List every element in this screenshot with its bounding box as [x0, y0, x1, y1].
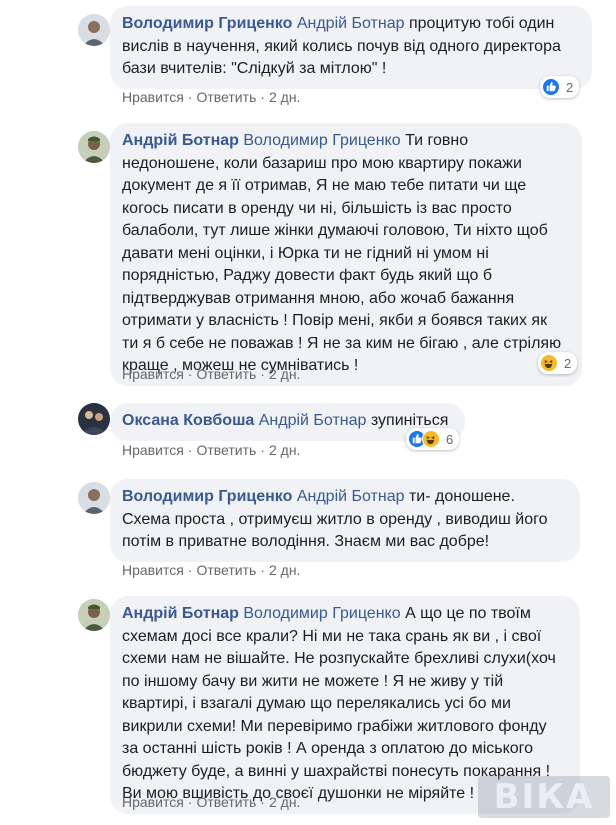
comment-text: зупиніться	[370, 412, 449, 429]
comment-text: недоношене, коли базариш про мою квартир…	[122, 154, 522, 172]
comment-text: підтверджував отримання мною, або жочаб …	[122, 289, 515, 307]
reaction-count: 2	[566, 79, 574, 95]
comment-text: викрили схеми! Ми перевіримо грабіжи жит…	[122, 717, 547, 735]
comment-bubble: Володимир Гриценко Андрій Ботнар проциту…	[110, 6, 592, 89]
comment-actions: Нравится · Ответить · 2 дн.	[122, 562, 300, 578]
comment-text: квартирі, і взагалі думаю що перелякалис…	[122, 695, 511, 712]
comment-author[interactable]: Андрій Ботнар	[122, 132, 239, 149]
comment-text: когось писати в оренду чи ні, більшість …	[122, 199, 512, 217]
separator-dot: ·	[187, 89, 193, 105]
separator-dot: ·	[260, 366, 265, 382]
comment-mention[interactable]: Андрій Ботнар	[259, 412, 367, 429]
reaction-summary[interactable]: 6	[406, 428, 460, 450]
comment-text: балаболи, тут лише жінки думаючі головою…	[122, 222, 548, 239]
comment-text: А що це по твоїм	[405, 605, 531, 622]
comment-text: схемам досі все крали? Ні ми не така сра…	[122, 627, 542, 645]
separator-dot: ·	[260, 562, 265, 578]
timestamp[interactable]: 2 дн.	[269, 89, 300, 105]
comment-text: ти я б себе не поважав ! Я не за ким не …	[122, 334, 562, 352]
reaction-summary[interactable]: 2	[540, 76, 580, 98]
reply-link[interactable]: Ответить	[196, 442, 256, 458]
separator-dot: ·	[187, 366, 193, 382]
separator-dot: ·	[260, 442, 265, 458]
separator-dot: ·	[187, 794, 193, 810]
comment-bubble: Володимир Гриценко Андрій Ботнар ти- дон…	[110, 479, 580, 562]
timestamp[interactable]: 2 дн.	[269, 562, 300, 578]
comment-actions: Нравится · Ответить · 2 дн.	[122, 442, 300, 458]
comment-text: за останні шість років ! А оренда з опла…	[122, 740, 534, 757]
reply-link[interactable]: Ответить	[196, 794, 256, 810]
timestamp[interactable]: 2 дн.	[269, 794, 300, 810]
avatar[interactable]	[78, 403, 110, 435]
like-reaction-icon	[542, 78, 560, 96]
comment-text: потім в приватне володіння. Знаєм ми вас…	[122, 533, 490, 550]
comment-text: Ти говно	[405, 132, 469, 149]
separator-dot: ·	[260, 794, 265, 810]
comment-actions: Нравится · Ответить · 2 дн.	[122, 366, 300, 382]
like-link[interactable]: Нравится	[122, 562, 184, 578]
comment-author[interactable]: Оксана Ковбоша	[122, 412, 254, 429]
reply-link[interactable]: Ответить	[196, 89, 256, 105]
comment-text: бази вчителів: "Слідкуй за мітлою" !	[122, 60, 387, 77]
reaction-count: 2	[564, 355, 572, 371]
haha-reaction-icon	[540, 354, 558, 372]
comment-actions: Нравится · Ответить · 2 дн.	[122, 794, 300, 810]
comment-bubble: Андрій Ботнар Володимир Гриценко Ти говн…	[110, 123, 582, 386]
comment-mention[interactable]: Андрій Ботнар	[297, 488, 405, 505]
timestamp[interactable]: 2 дн.	[269, 442, 300, 458]
like-link[interactable]: Нравится	[122, 366, 184, 382]
watermark-logo: ВІКА	[478, 776, 610, 818]
comment-text: документ де я її отримав, Я не маю тебе …	[122, 177, 527, 194]
avatar[interactable]	[78, 482, 110, 514]
like-link[interactable]: Нравится	[122, 442, 184, 458]
comment-text: отримати у власність ! Повір мені, якби …	[122, 312, 548, 329]
comment-text: схеми нам не вішайте. Не розпускайте бре…	[122, 650, 556, 667]
comment-text: вислів в научення, який колись почув від…	[122, 37, 561, 55]
comment-actions: Нравится · Ответить · 2 дн.	[122, 89, 300, 105]
like-link[interactable]: Нравится	[122, 89, 184, 105]
reply-link[interactable]: Ответить	[196, 366, 256, 382]
reaction-summary[interactable]: 2	[538, 352, 578, 374]
comment-author[interactable]: Андрій Ботнар	[122, 605, 239, 622]
comment-mention[interactable]: Володимир Гриценко	[243, 605, 400, 622]
comment-text: давати мені оцінки, і Юрка ти не гідний …	[122, 244, 489, 262]
comment-mention[interactable]: Андрій Ботнар	[297, 15, 405, 32]
separator-dot: ·	[187, 562, 193, 578]
haha-reaction-icon	[422, 430, 440, 448]
comment-text: порядністью, Раджу довести факт будь яки…	[122, 267, 492, 284]
like-link[interactable]: Нравится	[122, 794, 184, 810]
reply-link[interactable]: Ответить	[196, 562, 256, 578]
comment-text: по іншому бачу ви жити не можете ! Я не …	[122, 672, 504, 690]
avatar[interactable]	[78, 131, 110, 163]
avatar[interactable]	[78, 599, 110, 631]
reaction-count: 6	[446, 431, 454, 447]
comment-mention[interactable]: Володимир Гриценко	[243, 132, 400, 149]
comment-author[interactable]: Володимир Гриценко	[122, 15, 292, 32]
comment-text: процитую тобі один	[408, 15, 555, 32]
avatar[interactable]	[78, 14, 110, 46]
comment-text: Схема проста , отримуєш житло в оренду ,…	[122, 510, 548, 528]
timestamp[interactable]: 2 дн.	[269, 366, 300, 382]
comment-text: ти- доношене.	[408, 488, 515, 505]
separator-dot: ·	[260, 89, 265, 105]
separator-dot: ·	[187, 442, 193, 458]
comment-author[interactable]: Володимир Гриценко	[122, 488, 292, 505]
